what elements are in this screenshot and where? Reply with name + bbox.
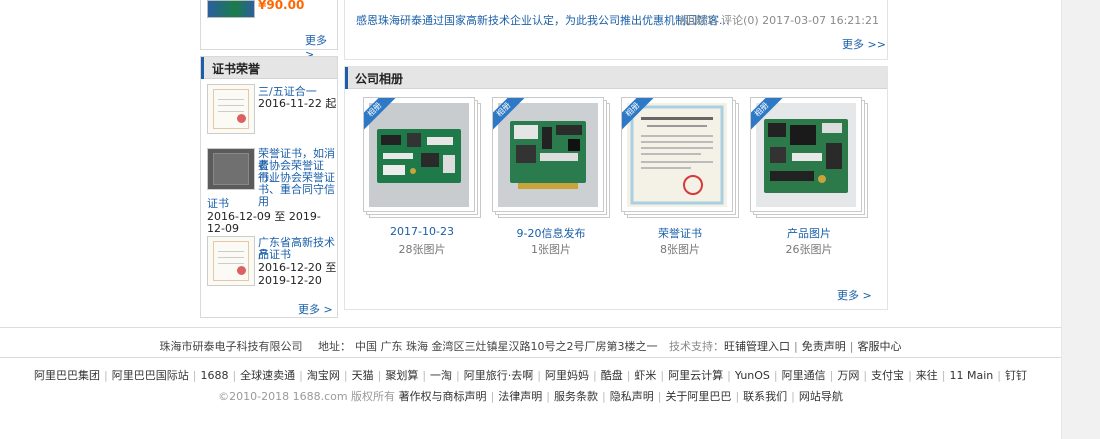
footer-link[interactable]: 万网 bbox=[837, 369, 859, 382]
album-name[interactable]: 2017-10-23 bbox=[363, 225, 481, 238]
footer-link[interactable]: 阿里通信 bbox=[782, 369, 826, 382]
certificate-thumbnail[interactable] bbox=[207, 148, 255, 190]
certificate-panel: 证书荣誉 三/五证合一 2016-11-22 起 荣誉证书，如消费 者协会荣誉证… bbox=[200, 56, 338, 318]
pcie-card-image bbox=[498, 103, 598, 207]
album-name[interactable]: 产品图片 bbox=[750, 225, 868, 241]
footer-link[interactable]: 虾米 bbox=[634, 369, 656, 382]
news-meta: 阅读(1) 评论(0) 2017-03-07 16:21:21 bbox=[680, 14, 879, 27]
news-title-link[interactable]: 感恩珠海研泰通过国家高新技术企业认定，为此我公司推出优惠机制回馈客... bbox=[356, 12, 730, 28]
album-card[interactable]: 相册 2017-10-23 28张图片 bbox=[363, 97, 483, 256]
certificate-date: 2019-12-20 bbox=[258, 274, 322, 287]
product-thumbnail[interactable] bbox=[207, 0, 255, 18]
certificate-image bbox=[627, 103, 727, 207]
footer-link[interactable]: 酷盘 bbox=[601, 369, 623, 382]
address-label: 地址： bbox=[318, 340, 352, 353]
certificate-thumbnail[interactable] bbox=[207, 236, 255, 286]
certificate-panel-header: 证书荣誉 bbox=[201, 57, 337, 79]
service-center-link[interactable]: 客服中心 bbox=[857, 340, 901, 353]
footer-link[interactable]: 阿里巴巴国际站 bbox=[112, 369, 189, 382]
certificate-name-line[interactable]: 品证书 bbox=[258, 249, 291, 261]
certificate-date: 2016-11-22 起 bbox=[258, 97, 337, 110]
shop-admin-link[interactable]: 旺铺管理入口 bbox=[724, 340, 790, 353]
album-count: 8张图片 bbox=[660, 243, 700, 256]
copyright-line: ©2010-2018 1688.com 版权所有 著作权与商标声明 | 法律声明 | 服… bbox=[218, 390, 843, 403]
legal-link[interactable]: 著作权与商标声明 bbox=[399, 390, 487, 403]
album-count: 26张图片 bbox=[785, 243, 833, 256]
company-address: 中国 广东 珠海 金湾区三灶镇星汉路10号之2号厂房第3楼之一 bbox=[355, 340, 658, 353]
alibaba-links-line: 阿里巴巴集团 | 阿里巴巴国际站 | 1688 | 全球速卖通 | 淘宝网 | 天猫 | 聚划算 | 一淘 |… bbox=[34, 369, 1027, 382]
album-panel: 公司相册 相册 2017-10-23 28张图片 相册 9-20信息发布 1张图… bbox=[344, 66, 888, 310]
album-panel-header: 公司相册 bbox=[345, 67, 887, 89]
album-cover[interactable]: 相册 bbox=[363, 97, 475, 212]
album-name[interactable]: 9-20信息发布 bbox=[492, 225, 610, 241]
legal-link[interactable]: 法律声明 bbox=[498, 390, 542, 403]
album-name[interactable]: 荣誉证书 bbox=[621, 225, 739, 241]
footer-link[interactable]: 聚划算 bbox=[385, 369, 418, 382]
footer-link[interactable]: 支付宝 bbox=[871, 369, 904, 382]
legal-link[interactable]: 关于阿里巴巴 bbox=[665, 390, 731, 403]
legal-link[interactable]: 网站导航 bbox=[799, 390, 843, 403]
company-info-line: 珠海市研泰电子科技有限公司 地址： 中国 广东 珠海 金湾区三灶镇星汉路10号之2… bbox=[159, 340, 902, 353]
album-cover[interactable]: 相册 bbox=[750, 97, 862, 212]
footer-link[interactable]: 阿里巴巴集团 bbox=[34, 369, 100, 382]
album-card[interactable]: 相册 荣誉证书 8张图片 bbox=[621, 97, 741, 256]
album-panel-title: 公司相册 bbox=[355, 72, 404, 86]
certificate-more-link[interactable]: 更多 > bbox=[298, 301, 333, 317]
legal-link[interactable]: 隐私声明 bbox=[610, 390, 654, 403]
footer-divider bbox=[0, 357, 1061, 358]
footer-link[interactable]: 1688 bbox=[200, 369, 228, 382]
album-cover[interactable]: 相册 bbox=[621, 97, 733, 212]
footer-link[interactable]: 淘宝网 bbox=[307, 369, 340, 382]
footer-link[interactable]: 阿里云计算 bbox=[668, 369, 723, 382]
company-name: 珠海市研泰电子科技有限公司 bbox=[159, 340, 303, 353]
album-card[interactable]: 相册 产品图片 26张图片 bbox=[750, 97, 870, 256]
legal-link[interactable]: 服务条款 bbox=[554, 390, 598, 403]
album-count: 28张图片 bbox=[398, 243, 446, 256]
footer-link[interactable]: 一淘 bbox=[430, 369, 452, 382]
page-scrollbar[interactable] bbox=[1061, 0, 1100, 439]
footer-link[interactable]: 阿里妈妈 bbox=[545, 369, 589, 382]
news-more-link[interactable]: 更多 >> bbox=[842, 36, 886, 52]
certificate-name-line[interactable]: 证书 bbox=[207, 198, 229, 210]
footer-link[interactable]: 来往 bbox=[916, 369, 938, 382]
footer-link[interactable]: 阿里旅行·去啊 bbox=[464, 369, 534, 382]
album-more-link[interactable]: 更多 > bbox=[837, 287, 872, 303]
product-price: ¥90.00 bbox=[258, 0, 305, 12]
footer-link[interactable]: 钉钉 bbox=[1005, 369, 1027, 382]
legal-link[interactable]: 联系我们 bbox=[743, 390, 787, 403]
certificate-date: 2016-12-09 至 2019-12-09 bbox=[207, 210, 321, 235]
footer-link[interactable]: 11 Main bbox=[950, 369, 994, 382]
footer-link[interactable]: 全球速卖通 bbox=[240, 369, 295, 382]
copyright-text: ©2010-2018 1688.com 版权所有 bbox=[218, 390, 396, 403]
certificate-date: 2016-12-20 至 bbox=[258, 261, 337, 274]
support-label: 技术支持： bbox=[669, 340, 725, 353]
circuit-board-image bbox=[369, 103, 469, 207]
disclaimer-link[interactable]: 免责声明 bbox=[802, 340, 846, 353]
footer-link[interactable]: 天猫 bbox=[352, 369, 374, 382]
certificate-name-line[interactable]: 书、重合同守信用 bbox=[258, 184, 337, 208]
footer-divider bbox=[0, 327, 1061, 328]
left-product-box: ¥90.00 更多 > bbox=[200, 0, 338, 61]
news-panel: 感恩珠海研泰通过国家高新技术企业认定，为此我公司推出优惠机制回馈客... 阅读(… bbox=[344, 0, 888, 60]
footer-link[interactable]: YunOS bbox=[735, 369, 770, 382]
album-cover[interactable]: 相册 bbox=[492, 97, 604, 212]
product-board-image bbox=[756, 103, 856, 207]
album-count: 1张图片 bbox=[531, 243, 571, 256]
album-card[interactable]: 相册 9-20信息发布 1张图片 bbox=[492, 97, 612, 256]
certificate-thumbnail[interactable] bbox=[207, 84, 255, 134]
certificate-panel-title: 证书荣誉 bbox=[212, 62, 261, 76]
